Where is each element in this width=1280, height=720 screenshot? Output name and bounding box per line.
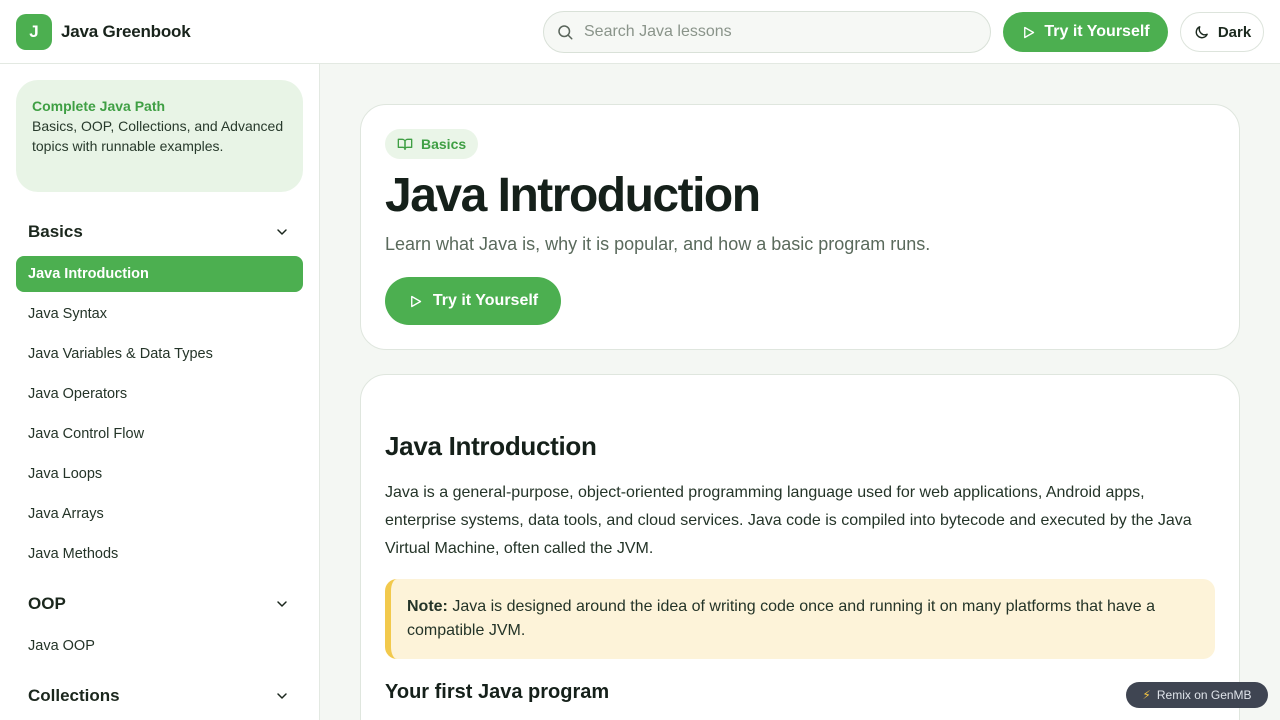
path-title: Complete Java Path bbox=[32, 98, 166, 114]
sidebar-group-label: Basics bbox=[28, 222, 83, 241]
try-it-yourself-button[interactable]: Try it Yourself bbox=[1003, 12, 1168, 52]
top-bar: J Java Greenbook Try it Yourself Dark bbox=[0, 0, 1280, 64]
sidebar-item-java-oop[interactable]: Java OOP bbox=[16, 628, 303, 664]
lesson-hero-card: Basics Java Introduction Learn what Java… bbox=[360, 104, 1240, 350]
intro-paragraph: Java is a general-purpose, object-orient… bbox=[385, 484, 1192, 557]
try-it-yourself-hero-button[interactable]: Try it Yourself bbox=[385, 277, 561, 325]
dark-mode-label: Dark bbox=[1217, 23, 1252, 41]
brand[interactable]: J Java Greenbook bbox=[16, 14, 191, 50]
sidebar-item-java-syntax[interactable]: Java Syntax bbox=[16, 296, 303, 332]
remix-badge[interactable]: ⚡ Remix on GenMB bbox=[1126, 682, 1268, 708]
lightning-icon: ⚡ bbox=[1142, 688, 1151, 702]
sidebar-item-java-operators[interactable]: Java Operators bbox=[16, 376, 303, 412]
search-input[interactable] bbox=[584, 23, 964, 41]
category-badge: Basics bbox=[385, 129, 479, 159]
search-box[interactable] bbox=[543, 11, 991, 53]
sidebar-item-java-arrays[interactable]: Java Arrays bbox=[16, 496, 303, 532]
sidebar-group-basics[interactable]: Basics bbox=[28, 220, 290, 244]
sidebar-item-java-introduction[interactable]: Java Introduction bbox=[16, 256, 303, 292]
try-it-yourself-label: Try it Yourself bbox=[432, 292, 539, 309]
path-description: Basics, OOP, Collections, and Advanced t… bbox=[32, 118, 284, 154]
chevron-down-icon bbox=[277, 601, 287, 607]
search-icon bbox=[558, 25, 573, 40]
play-icon bbox=[1024, 26, 1035, 38]
moon-icon bbox=[1195, 25, 1208, 38]
brand-name: Java Greenbook bbox=[61, 22, 191, 41]
sidebar-item-java-loops[interactable]: Java Loops bbox=[16, 456, 303, 492]
sidebar-group-collections[interactable]: Collections bbox=[28, 684, 290, 708]
note-text: Java is designed around the idea of writ… bbox=[407, 598, 1155, 639]
note-label: Note: bbox=[407, 598, 448, 615]
sidebar-group-oop[interactable]: OOP bbox=[28, 592, 290, 616]
chevron-down-icon bbox=[277, 693, 287, 699]
category-badge-label: Basics bbox=[421, 136, 467, 152]
page-title: Java Introduction bbox=[385, 169, 761, 222]
remix-label: Remix on GenMB bbox=[1156, 688, 1252, 702]
chevron-down-icon bbox=[277, 229, 287, 235]
brand-logo: J bbox=[16, 14, 52, 50]
play-icon bbox=[410, 295, 422, 307]
dark-mode-toggle[interactable]: Dark bbox=[1180, 12, 1264, 52]
section-title: Java Introduction bbox=[385, 431, 597, 461]
section-subheading: Your first Java program bbox=[385, 681, 610, 703]
learning-path-card: Complete Java Path Basics, OOP, Collecti… bbox=[16, 80, 303, 192]
try-it-yourself-label: Try it Yourself bbox=[1044, 23, 1150, 40]
sidebar-item-java-methods[interactable]: Java Methods bbox=[16, 536, 303, 572]
sidebar-group-label: Collections bbox=[28, 686, 120, 705]
book-open-icon bbox=[397, 138, 413, 150]
page-subtitle: Learn what Java is, why it is popular, a… bbox=[385, 234, 931, 254]
sidebar-group-label: OOP bbox=[28, 594, 66, 613]
sidebar-item-java-control-flow[interactable]: Java Control Flow bbox=[16, 416, 303, 452]
sidebar-item-java-variables[interactable]: Java Variables & Data Types bbox=[16, 336, 303, 372]
lesson-content-card: Java Introduction Java is a general-purp… bbox=[360, 374, 1240, 720]
sidebar: Complete Java Path Basics, OOP, Collecti… bbox=[0, 64, 320, 720]
note-callout: Note: Java is designed around the idea o… bbox=[385, 579, 1215, 659]
